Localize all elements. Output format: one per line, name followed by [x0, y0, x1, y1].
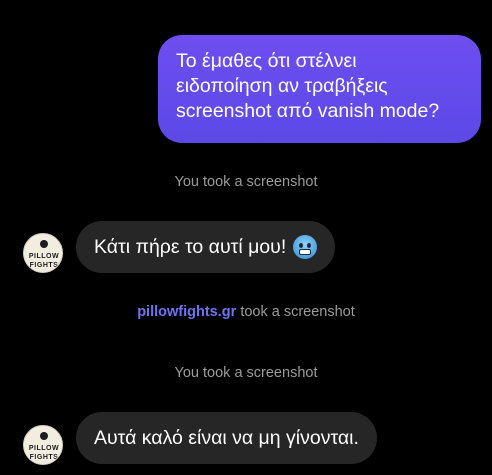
avatar-logo-text: PILLOW [28, 253, 60, 260]
avatar-logo-text: FIGHTS [29, 262, 59, 269]
screenshot-notice: You took a screenshot [174, 365, 318, 381]
avatar[interactable]: PILLOW FIGHTS [23, 425, 63, 465]
logo-mark-icon [40, 240, 48, 248]
incoming-message-bubble[interactable]: Αυτά καλό είναι να μη γίνονται. [76, 412, 377, 464]
cold-face-emoji-icon [293, 235, 318, 259]
user-handle-link[interactable]: pillowfights.gr [137, 304, 236, 320]
avatar-logo-text: FIGHTS [29, 454, 59, 461]
outgoing-message-line: ειδοποίηση αν τραβήξεις [176, 75, 388, 97]
screenshot-notice: pillowfights.gr took a screenshot [0, 304, 492, 320]
screenshot-notice: You took a screenshot [174, 174, 318, 190]
incoming-message-text: Αυτά καλό είναι να μη γίνονται. [94, 426, 359, 449]
screenshot-notice-text: took a screenshot [240, 304, 355, 320]
incoming-message-bubble[interactable]: Κάτι πήρε το αυτί μου! [76, 221, 336, 273]
logo-mark-icon [40, 432, 48, 440]
avatar-logo-text: PILLOW [28, 445, 60, 452]
outgoing-message-line: screenshot από vanish mode? [176, 100, 440, 122]
outgoing-message-line: Το έμαθες ότι στέλνει [176, 50, 357, 72]
avatar[interactable]: PILLOW FIGHTS [23, 233, 63, 273]
incoming-message-text: Κάτι πήρε το αυτί μου! [94, 235, 287, 258]
outgoing-message-bubble[interactable]: Το έμαθες ότι στέλνει ειδοποίηση αν τραβ… [158, 35, 481, 143]
